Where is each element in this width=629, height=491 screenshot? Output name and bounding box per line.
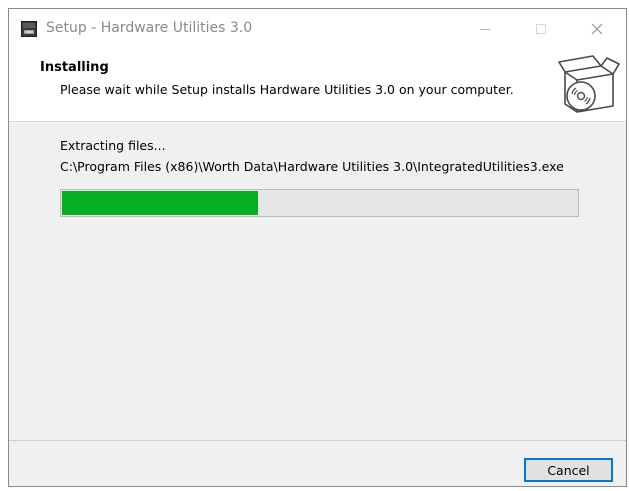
wizard-body: Extracting files... C:\Program Files (x8… (9, 122, 626, 440)
close-icon (591, 23, 603, 35)
cancel-button[interactable]: Cancel (524, 458, 613, 482)
maximize-icon (536, 24, 546, 34)
progress-bar-fill (62, 191, 258, 215)
progress-status-text: Extracting files... (60, 138, 166, 153)
page-subtitle: Please wait while Setup installs Hardwar… (60, 82, 514, 97)
setup-app-icon (21, 21, 37, 37)
footer-divider (9, 440, 626, 441)
minimize-button[interactable] (462, 9, 508, 49)
software-box-cd-icon (558, 55, 620, 113)
install-progress-bar (60, 189, 579, 217)
title-bar[interactable]: Setup - Hardware Utilities 3.0 (9, 9, 626, 49)
page-title: Installing (40, 60, 109, 75)
wizard-header: Installing Please wait while Setup insta… (9, 49, 626, 122)
window-title: Setup - Hardware Utilities 3.0 (46, 20, 253, 36)
maximize-button[interactable] (518, 9, 564, 49)
minimize-icon (480, 29, 490, 30)
setup-window: Setup - Hardware Utilities 3.0 Installin… (8, 8, 627, 487)
current-file-path: C:\Program Files (x86)\Worth Data\Hardwa… (60, 159, 564, 174)
close-button[interactable] (574, 9, 620, 49)
